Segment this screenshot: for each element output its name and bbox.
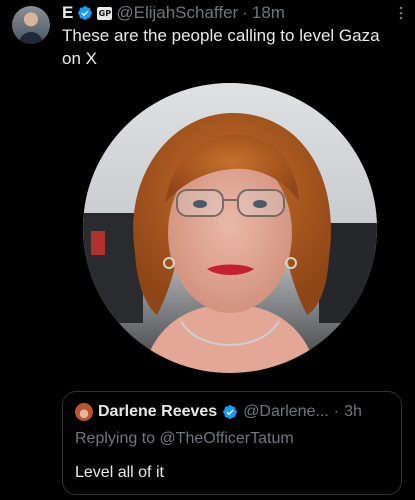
verified-badge-icon[interactable] [77, 5, 93, 21]
tweet-text: These are the people calling to level Ga… [62, 26, 380, 68]
quoted-author-avatar[interactable] [75, 403, 93, 421]
quoted-verified-badge-icon[interactable] [222, 404, 238, 420]
quoted-tweet-header: Darlene Reeves @Darlene... · 3h [75, 403, 391, 421]
author-avatar[interactable] [12, 6, 50, 44]
affiliation-badge[interactable]: GP [97, 6, 113, 20]
tweet-header: E GP @ElijahSchaffer · 18m [62, 2, 403, 24]
separator-dot: · [242, 3, 248, 22]
author-handle[interactable]: @ElijahSchaffer [116, 3, 238, 23]
ellipsis-vertical-icon[interactable] [399, 6, 403, 20]
avatar-shirt [19, 32, 43, 44]
quoted-tweet-text: Level all of it [75, 464, 164, 481]
author-display-name[interactable]: E [62, 3, 73, 23]
tweet-timestamp[interactable]: 18m [252, 3, 285, 23]
quoted-tweet-card[interactable]: Darlene Reeves @Darlene... · 3h Replying… [62, 391, 402, 495]
quoted-separator-dot: · [333, 403, 340, 420]
quoted-timestamp[interactable]: 3h [344, 403, 362, 421]
replying-to-label[interactable]: Replying to @TheOfficerTatum [75, 430, 294, 448]
quoted-author-display-name[interactable]: Darlene Reeves [98, 403, 217, 421]
tweet-photo[interactable] [83, 83, 377, 373]
quoted-author-handle[interactable]: @Darlene... [243, 403, 329, 421]
